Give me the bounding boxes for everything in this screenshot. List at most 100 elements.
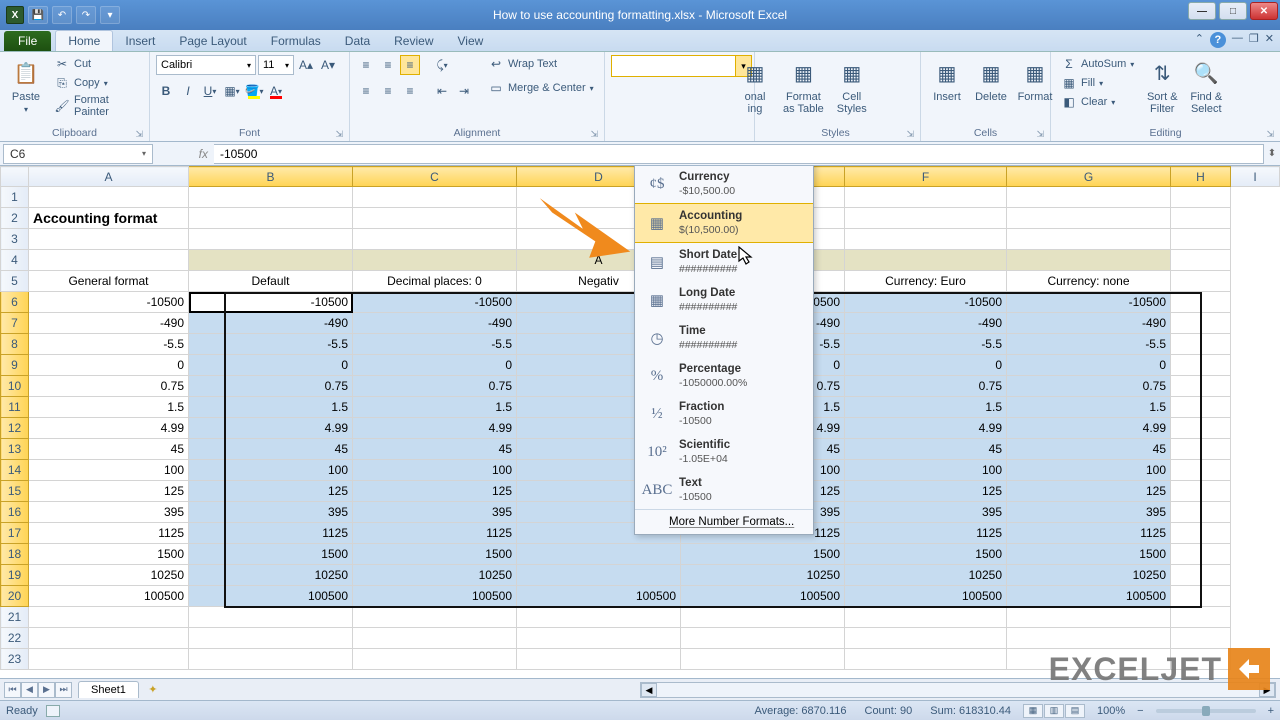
- cell[interactable]: [1171, 418, 1231, 439]
- review-tab[interactable]: Review: [382, 31, 445, 51]
- cell[interactable]: [353, 208, 517, 229]
- paste-button[interactable]: 📋 Paste ▾: [6, 55, 46, 116]
- cell[interactable]: [1171, 229, 1231, 250]
- decrease-indent-icon[interactable]: ⇤: [432, 81, 452, 101]
- cell[interactable]: 45: [189, 439, 353, 460]
- col-I[interactable]: I: [1231, 167, 1280, 187]
- align-top-icon[interactable]: ≡: [356, 55, 376, 75]
- tab-nav-next[interactable]: ▶: [38, 682, 55, 698]
- cell[interactable]: [1171, 544, 1231, 565]
- col-B[interactable]: B: [189, 167, 353, 187]
- row-4[interactable]: 4: [1, 250, 29, 271]
- tab-nav-first[interactable]: ⏮: [4, 682, 21, 698]
- row-15[interactable]: 15: [1, 481, 29, 502]
- cell[interactable]: [1007, 607, 1171, 628]
- zoom-level[interactable]: 100%: [1097, 705, 1125, 717]
- cell[interactable]: [845, 628, 1007, 649]
- nf-item-time[interactable]: ◷ Time##########: [635, 319, 813, 357]
- qat-redo-icon[interactable]: ↷: [76, 6, 96, 24]
- cell[interactable]: [517, 628, 681, 649]
- cell[interactable]: 125: [1007, 481, 1171, 502]
- cell[interactable]: [1007, 187, 1171, 208]
- name-box[interactable]: C6▾: [3, 144, 153, 164]
- cell[interactable]: [845, 607, 1007, 628]
- cell[interactable]: 100: [29, 460, 189, 481]
- align-bottom-icon[interactable]: ≡: [400, 55, 420, 75]
- cell[interactable]: [1007, 229, 1171, 250]
- cell[interactable]: [189, 628, 353, 649]
- row-13[interactable]: 13: [1, 439, 29, 460]
- row-19[interactable]: 19: [1, 565, 29, 586]
- cell[interactable]: -5.5: [845, 334, 1007, 355]
- cell[interactable]: [189, 187, 353, 208]
- align-center-icon[interactable]: ≡: [378, 81, 398, 101]
- cell[interactable]: [29, 187, 189, 208]
- row-5[interactable]: 5: [1, 271, 29, 292]
- cell[interactable]: [1171, 460, 1231, 481]
- row-9[interactable]: 9: [1, 355, 29, 376]
- tab-nav-prev[interactable]: ◀: [21, 682, 38, 698]
- cell[interactable]: [845, 208, 1007, 229]
- cell[interactable]: 100500: [29, 586, 189, 607]
- col-G[interactable]: G: [1007, 167, 1171, 187]
- row-11[interactable]: 11: [1, 397, 29, 418]
- cell[interactable]: [1171, 187, 1231, 208]
- find-select-button[interactable]: 🔍Find & Select: [1186, 55, 1226, 117]
- cell[interactable]: [517, 607, 681, 628]
- select-all-corner[interactable]: [1, 167, 29, 187]
- cell[interactable]: 4.99: [353, 418, 517, 439]
- cell[interactable]: 125: [845, 481, 1007, 502]
- cell[interactable]: 10250: [353, 565, 517, 586]
- cell[interactable]: 100: [1007, 460, 1171, 481]
- font-name-picker[interactable]: Calibri▾: [156, 55, 256, 75]
- zoom-in-button[interactable]: +: [1268, 705, 1274, 717]
- col-H[interactable]: H: [1171, 167, 1231, 187]
- cell[interactable]: Currency: none: [1007, 271, 1171, 292]
- cell[interactable]: 0.75: [1007, 376, 1171, 397]
- cell[interactable]: [845, 187, 1007, 208]
- row-2[interactable]: 2: [1, 208, 29, 229]
- cell[interactable]: 4.99: [1007, 418, 1171, 439]
- cell[interactable]: -490: [1007, 313, 1171, 334]
- hscroll-left-icon[interactable]: ◀: [641, 683, 657, 697]
- cell[interactable]: 1125: [353, 523, 517, 544]
- cell[interactable]: 4.99: [845, 418, 1007, 439]
- row-23[interactable]: 23: [1, 649, 29, 670]
- cell[interactable]: [29, 628, 189, 649]
- cell[interactable]: [1007, 628, 1171, 649]
- more-number-formats[interactable]: More Number Formats...: [635, 509, 813, 534]
- cell[interactable]: General format: [29, 271, 189, 292]
- cell[interactable]: 45: [29, 439, 189, 460]
- cell[interactable]: 45: [353, 439, 517, 460]
- qat-undo-icon[interactable]: ↶: [52, 6, 72, 24]
- delete-cells-button[interactable]: ▦Delete: [971, 55, 1011, 105]
- cell[interactable]: 100500: [517, 586, 681, 607]
- row-12[interactable]: 12: [1, 418, 29, 439]
- zoom-slider[interactable]: [1156, 709, 1256, 713]
- sort-filter-button[interactable]: ⇅Sort & Filter: [1142, 55, 1182, 117]
- cell[interactable]: [1171, 292, 1231, 313]
- formulas-tab[interactable]: Formulas: [259, 31, 333, 51]
- cell[interactable]: [1007, 208, 1171, 229]
- format-cells-button[interactable]: ▦Format: [1015, 55, 1055, 105]
- cell[interactable]: 1.5: [29, 397, 189, 418]
- cell[interactable]: -10500: [845, 292, 1007, 313]
- cell[interactable]: [681, 607, 845, 628]
- italic-button[interactable]: I: [178, 81, 198, 101]
- nf-item-percentage[interactable]: % Percentage-1050000.00%: [635, 357, 813, 395]
- view-layout-icon[interactable]: ▥: [1044, 704, 1064, 718]
- cell[interactable]: [353, 607, 517, 628]
- cut-button[interactable]: ✂Cut: [50, 55, 143, 73]
- view-tab[interactable]: View: [446, 31, 496, 51]
- cell[interactable]: 1125: [1007, 523, 1171, 544]
- cell[interactable]: 1.5: [353, 397, 517, 418]
- cell[interactable]: -490: [29, 313, 189, 334]
- cell[interactable]: 4.99: [189, 418, 353, 439]
- row-22[interactable]: 22: [1, 628, 29, 649]
- row-16[interactable]: 16: [1, 502, 29, 523]
- cell[interactable]: 1125: [189, 523, 353, 544]
- macro-record-icon[interactable]: [46, 705, 60, 717]
- maximize-button[interactable]: □: [1219, 2, 1247, 20]
- cell[interactable]: [1171, 628, 1231, 649]
- nf-item-short-date[interactable]: ▤ Short Date##########: [635, 243, 813, 281]
